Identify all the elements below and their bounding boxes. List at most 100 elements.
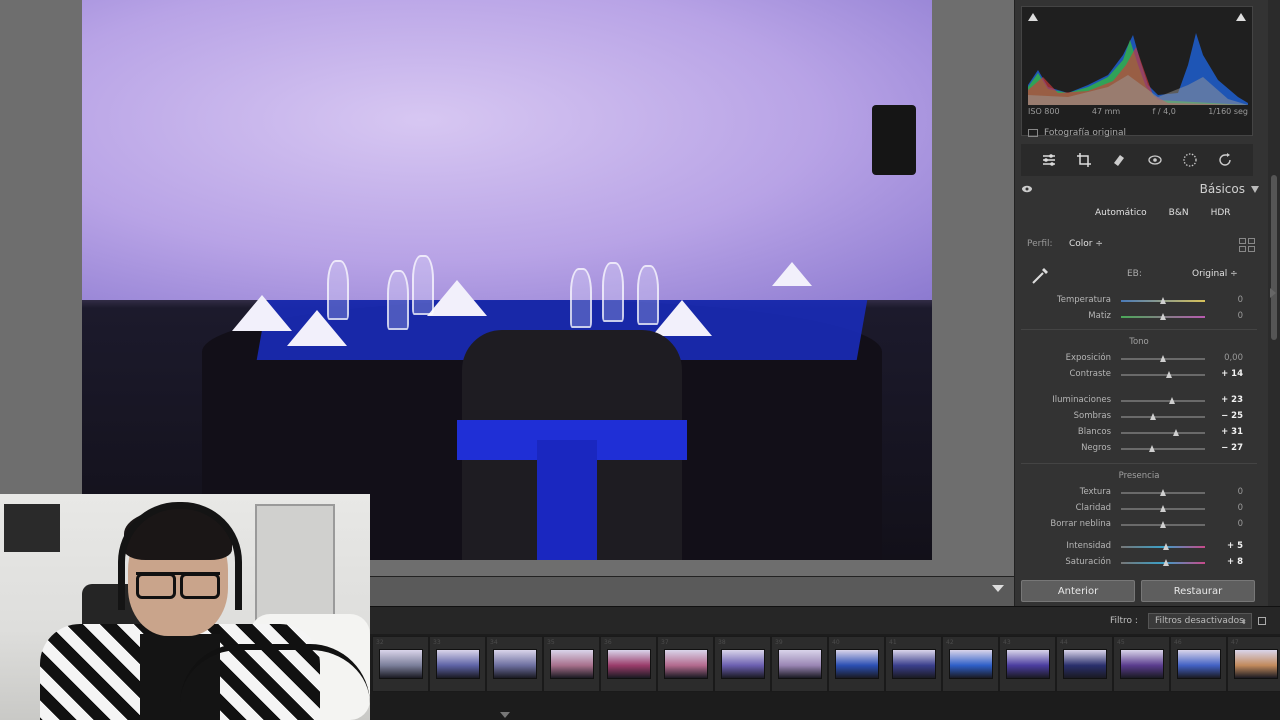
slider-sombras[interactable]: Sombras − 25 [1015, 410, 1255, 424]
slider-thumb[interactable] [1162, 543, 1169, 550]
crop-icon[interactable] [1075, 151, 1093, 169]
slider-track[interactable] [1121, 371, 1205, 378]
mode-bw-button[interactable]: B&N [1169, 208, 1189, 218]
reset-button[interactable]: Restaurar [1141, 580, 1255, 602]
slider-thumb[interactable] [1172, 429, 1179, 436]
slider-contraste[interactable]: Contraste + 14 [1015, 368, 1255, 382]
collapse-caret-icon[interactable] [1251, 186, 1259, 193]
slider-blancos[interactable]: Blancos + 31 [1015, 426, 1255, 440]
slider-thumb[interactable] [1169, 397, 1176, 404]
slider-thumb[interactable] [1149, 413, 1156, 420]
slider-claridad[interactable]: Claridad 0 [1015, 502, 1255, 516]
slider-value[interactable]: + 14 [1221, 369, 1243, 379]
filter-lock-icon[interactable] [1258, 617, 1266, 625]
slider-thumb[interactable] [1160, 297, 1166, 304]
slider-track[interactable] [1121, 355, 1205, 362]
filmstrip-thumbnail[interactable]: 46 [1170, 636, 1227, 692]
slider-track[interactable] [1121, 505, 1205, 512]
wb-dropdown[interactable]: Original ÷ [1192, 269, 1238, 279]
slider-track[interactable] [1121, 543, 1205, 550]
slider-value[interactable]: 0 [1238, 519, 1243, 529]
filmstrip-thumbnail[interactable]: 32 [372, 636, 429, 692]
filmstrip-thumbnail[interactable]: 39 [771, 636, 828, 692]
thumbnail-image [378, 649, 423, 679]
slider-value[interactable]: 0 [1238, 487, 1243, 497]
slider-thumb[interactable] [1160, 355, 1166, 362]
slider-intensidad[interactable]: Intensidad + 5 [1015, 540, 1255, 554]
thumbnail-image [1062, 649, 1107, 679]
filmstrip-thumbnail[interactable]: 43 [999, 636, 1056, 692]
previous-button[interactable]: Anterior [1021, 580, 1135, 602]
slider-value[interactable]: + 31 [1221, 427, 1243, 437]
slider-thumb[interactable] [1149, 445, 1156, 452]
mode-hdr-button[interactable]: HDR [1211, 208, 1231, 218]
slider-negros[interactable]: Negros − 27 [1015, 442, 1255, 456]
filter-dropdown[interactable]: Filtros desactivados ⬍ [1148, 613, 1252, 629]
mode-auto-button[interactable]: Automático [1095, 208, 1147, 218]
slider-value[interactable]: + 8 [1227, 557, 1243, 567]
exif-info: ISO 800 47 mm f / 4,0 1/160 seg [1028, 107, 1248, 116]
profile-browser-icon[interactable] [1239, 238, 1255, 252]
panel-scrollbar[interactable] [1268, 0, 1280, 606]
slider-track[interactable] [1121, 445, 1205, 452]
slider-value[interactable]: + 23 [1221, 395, 1243, 405]
slider-track[interactable] [1121, 489, 1205, 496]
scroll-thumb[interactable] [1271, 175, 1277, 340]
slider-track[interactable] [1121, 521, 1205, 528]
mask-icon[interactable] [1181, 151, 1199, 169]
slider-track[interactable] [1121, 397, 1205, 404]
filmstrip-thumbnail[interactable]: 33 [429, 636, 486, 692]
slider-track[interactable] [1121, 313, 1205, 320]
slider-borrar-neblina[interactable]: Borrar neblina 0 [1015, 518, 1255, 532]
slider-track[interactable] [1121, 429, 1205, 436]
slider-thumb[interactable] [1160, 313, 1166, 320]
slider-value[interactable]: − 27 [1221, 443, 1243, 453]
eyedropper-icon[interactable] [1029, 265, 1051, 287]
slider-thumb[interactable] [1160, 505, 1166, 512]
slider-value[interactable]: 0,00 [1224, 353, 1243, 363]
filmstrip-toggle-arrow-icon[interactable] [500, 712, 510, 718]
panel-toggle-arrow-icon[interactable] [1270, 288, 1276, 298]
filmstrip-thumbnail[interactable]: 34 [486, 636, 543, 692]
filmstrip-thumbnail[interactable]: 47 [1227, 636, 1280, 692]
sliders-icon[interactable] [1040, 151, 1058, 169]
slider-value[interactable]: 0 [1238, 503, 1243, 513]
slider-value[interactable]: 0 [1238, 295, 1243, 305]
filmstrip-thumbnail[interactable]: 40 [828, 636, 885, 692]
filmstrip-thumbnail[interactable]: 44 [1056, 636, 1113, 692]
filmstrip-thumbnail[interactable]: 37 [657, 636, 714, 692]
slider-thumb[interactable] [1165, 371, 1172, 378]
slider-matiz[interactable]: Matiz 0 [1015, 310, 1255, 324]
slider-value[interactable]: + 5 [1227, 541, 1243, 551]
filmstrip-thumbnail[interactable]: 41 [885, 636, 942, 692]
eye-icon[interactable] [1021, 184, 1033, 194]
slider-textura[interactable]: Textura 0 [1015, 486, 1255, 500]
profile-dropdown[interactable]: Color ÷ [1069, 239, 1103, 249]
slider-value[interactable]: 0 [1238, 311, 1243, 321]
toolbar-menu-arrow-icon[interactable] [992, 585, 1004, 592]
filmstrip-thumbnail[interactable]: 42 [942, 636, 999, 692]
slider-track[interactable] [1121, 559, 1205, 566]
redeye-icon[interactable] [1146, 151, 1164, 169]
slider-thumb[interactable] [1160, 521, 1166, 528]
basic-section-header[interactable]: Básicos [1015, 180, 1269, 200]
original-photo-checkbox[interactable] [1028, 129, 1038, 137]
filmstrip-thumbnail[interactable]: 45 [1113, 636, 1170, 692]
filmstrip-thumbnail[interactable]: 38 [714, 636, 771, 692]
filter-label: Filtro : [1110, 616, 1138, 626]
slider-thumb[interactable] [1160, 489, 1166, 496]
slider-exposición[interactable]: Exposición 0,00 [1015, 352, 1255, 366]
slider-value[interactable]: − 25 [1221, 411, 1243, 421]
filmstrip-thumbnail[interactable]: 35 [543, 636, 600, 692]
slider-thumb[interactable] [1163, 559, 1170, 566]
filmstrip-thumbnail[interactable]: 36 [600, 636, 657, 692]
main-photo[interactable] [82, 0, 932, 560]
reset-icon[interactable] [1216, 151, 1234, 169]
eraser-icon[interactable] [1110, 151, 1128, 169]
original-photo-toggle[interactable]: Fotografía original [1028, 128, 1126, 138]
slider-track[interactable] [1121, 297, 1205, 304]
slider-saturación[interactable]: Saturación + 8 [1015, 556, 1255, 570]
slider-iluminaciones[interactable]: Iluminaciones + 23 [1015, 394, 1255, 408]
slider-track[interactable] [1121, 413, 1205, 420]
slider-temperatura[interactable]: Temperatura 0 [1015, 294, 1255, 308]
